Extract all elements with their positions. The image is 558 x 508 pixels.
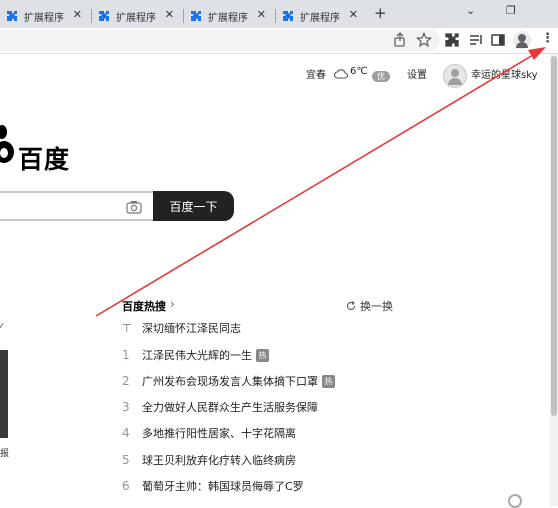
restore-window-icon[interactable]: ❐: [506, 4, 516, 17]
hot-list-item[interactable]: 6 葡萄牙主帅：韩国球员侮辱了C罗: [122, 477, 304, 495]
extensions-icon[interactable]: [444, 32, 460, 48]
hot-rank: 3: [122, 400, 130, 414]
share-icon[interactable]: [392, 32, 408, 48]
left-partial-caption[interactable]: 报: [0, 446, 9, 459]
tab-extensions-3[interactable]: 扩展程序 ✕: [184, 4, 272, 28]
hot-item-title[interactable]: 江泽民伟大光辉的一生: [142, 347, 252, 363]
close-icon[interactable]: ✕: [349, 8, 358, 21]
hot-badge: 热: [322, 374, 335, 388]
hot-list-item[interactable]: 5 球王贝利放弃化疗转入临终病房: [122, 451, 296, 469]
tab-search-chevron-icon[interactable]: ⌄: [466, 4, 475, 17]
puzzle-icon: [283, 11, 293, 21]
weather-temp[interactable]: 6℃: [350, 66, 368, 77]
hot-rank: 2: [122, 374, 130, 388]
hot-item-title[interactable]: 全力做好人民群众生产生活服务保障: [142, 399, 318, 415]
tab-label: 扩展程序: [300, 12, 340, 24]
baidu-logo-text: 百度: [18, 145, 71, 174]
new-tab-button[interactable]: +: [374, 4, 387, 22]
hot-list-item[interactable]: 4 多地推行阳性居家、十字花隔离: [122, 424, 296, 442]
puzzle-icon: [99, 11, 109, 21]
browser-menu-icon[interactable]: ⋮: [541, 31, 557, 47]
tab-label: 扩展程序: [116, 12, 156, 24]
close-icon[interactable]: ✕: [257, 8, 266, 21]
hot-item-title[interactable]: 球王贝利放弃化疗转入临终病房: [142, 452, 296, 468]
close-icon[interactable]: ✕: [165, 8, 174, 21]
hot-rank: 6: [122, 479, 130, 493]
hot-item-title[interactable]: 深切缅怀江泽民同志: [142, 320, 241, 336]
hot-rank: 5: [122, 453, 130, 467]
hot-list-item[interactable]: 1 江泽民伟大光辉的一生 热: [122, 346, 269, 364]
baidu-paw-logo-icon: [0, 125, 14, 163]
air-quality-badge: 优: [372, 71, 390, 82]
chevron-right-icon[interactable]: ›: [170, 297, 175, 311]
page-scrollbar[interactable]: [550, 54, 558, 506]
weather-city[interactable]: 宜春: [306, 66, 326, 81]
hot-search-title[interactable]: 百度热搜: [122, 298, 166, 314]
hot-item-title[interactable]: 多地推行阳性居家、十字花隔离: [142, 425, 296, 441]
side-panel-icon[interactable]: [490, 32, 506, 48]
refresh-button[interactable]: 换一换: [346, 298, 393, 314]
hot-item-title[interactable]: 葡萄牙主帅：韩国球员侮辱了C罗: [142, 478, 304, 494]
baidu-homepage: 宜春 6℃ 优 设置 幸运的星球sky 百度 百度一下 ⁄ 报 百度热搜 › 换…: [0, 54, 558, 508]
tab-strip: 扩展程序 ✕ 扩展程序 ✕ 扩展程序 ✕ 扩展程序 ✕ + ⌄ ❐: [0, 0, 558, 28]
hot-item-title[interactable]: 广州发布会现场发言人集体摘下口罩: [142, 373, 318, 389]
tab-extensions-4[interactable]: 扩展程序 ✕: [276, 4, 364, 28]
hot-list-item[interactable]: 3 全力做好人民群众生产生活服务保障: [122, 398, 318, 416]
bookmark-star-icon[interactable]: [416, 32, 432, 48]
scrollbar-thumb[interactable]: [551, 56, 557, 416]
camera-icon[interactable]: [126, 200, 142, 214]
reading-list-icon[interactable]: [468, 32, 484, 48]
left-partial-text: ⁄: [0, 322, 2, 333]
search-button[interactable]: 百度一下: [153, 191, 234, 221]
puzzle-icon: [191, 11, 201, 21]
hot-list-item[interactable]: 2 广州发布会现场发言人集体摘下口罩 热: [122, 372, 335, 390]
left-partial-image[interactable]: [0, 350, 8, 438]
tab-extensions-1[interactable]: 扩展程序 ✕: [0, 4, 88, 28]
avatar[interactable]: [443, 64, 467, 88]
hot-rank: 4: [122, 426, 130, 440]
tab-label: 扩展程序: [24, 12, 64, 24]
cloud-icon: [334, 69, 348, 79]
puzzle-icon: [7, 11, 17, 21]
tab-label: 扩展程序: [208, 12, 248, 24]
hot-list-item[interactable]: ⊤ 深切缅怀江泽民同志: [122, 319, 241, 337]
username-link[interactable]: 幸运的星球sky: [471, 66, 538, 81]
close-icon[interactable]: ✕: [73, 8, 82, 21]
browser-toolbar: ⋮: [0, 28, 558, 54]
tab-extensions-2[interactable]: 扩展程序 ✕: [92, 4, 180, 28]
refresh-icon: [346, 301, 356, 310]
refresh-label: 换一换: [360, 300, 393, 313]
address-bar[interactable]: [0, 29, 440, 51]
hot-badge: 热: [256, 348, 269, 362]
pin-top-icon: ⊤: [122, 321, 132, 335]
settings-link[interactable]: 设置: [407, 66, 427, 81]
hot-rank: 1: [122, 348, 130, 362]
profile-icon[interactable]: [513, 31, 531, 49]
